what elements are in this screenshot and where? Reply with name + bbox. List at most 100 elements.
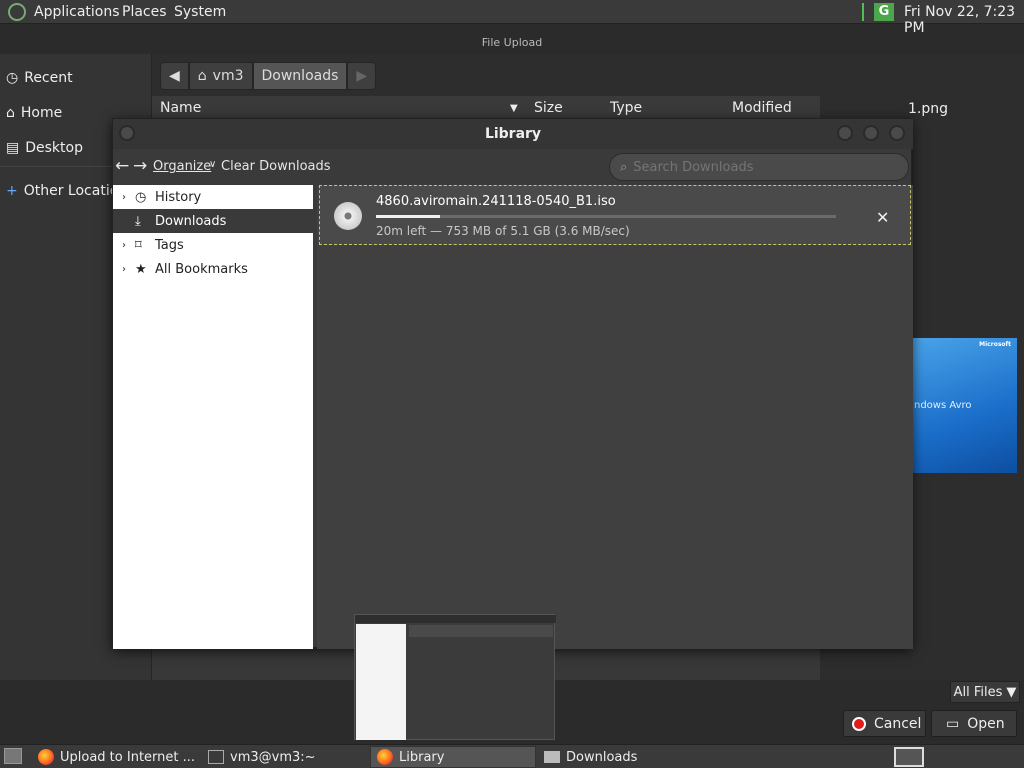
task-label: Library (399, 749, 445, 765)
task-label: vm3@vm3:~ (230, 749, 316, 765)
cancel-icon (852, 716, 866, 731)
close-icon[interactable] (889, 125, 905, 141)
library-window: Library ← → Organize ∨ Clear Downloads ⌕… (112, 118, 913, 649)
chevron-down-icon: ∨ (209, 159, 217, 170)
sidebar-item-recent[interactable]: ◷ Recent (6, 68, 73, 88)
download-filename: 4860.aviromain.241118-0540_B1.iso (376, 194, 616, 209)
show-desktop-icon[interactable] (4, 748, 22, 764)
library-title: Library (113, 119, 913, 149)
path-forward-button[interactable]: ▶ (347, 62, 377, 90)
chevron-right-icon: › (122, 239, 126, 251)
divider (862, 3, 864, 21)
clock-icon: ◷ (6, 70, 19, 86)
tree-label: History (155, 189, 202, 205)
menu-places[interactable]: Places (122, 4, 167, 20)
task-upload[interactable]: Upload to Internet ... (32, 746, 200, 768)
chevron-left-icon: ◀ (169, 68, 180, 84)
window-preview[interactable] (354, 614, 556, 740)
file-name-label: 1.png (908, 101, 949, 117)
star-icon: ★ (135, 261, 147, 277)
task-terminal[interactable]: vm3@vm3:~ (202, 746, 366, 768)
download-icon: ⤓ (135, 213, 141, 229)
back-arrow-icon[interactable]: ← (115, 156, 129, 176)
path-bar: ◀ ⌂ vm3 Downloads ▶ (160, 62, 377, 90)
task-label: Downloads (566, 749, 638, 765)
task-label: Upload to Internet ... (60, 749, 196, 765)
folder-icon: ▭ (946, 715, 960, 732)
window-menu-icon[interactable] (119, 125, 135, 141)
chevron-down-icon: ▼ (1006, 684, 1017, 700)
image-preview: Microsoft ndows Avro (912, 338, 1017, 473)
preview-brand: Microsoft (979, 341, 1011, 348)
column-header: Name ▼ Size Type Modified (152, 96, 820, 120)
plus-icon: + (6, 183, 18, 199)
column-modified[interactable]: Modified (732, 100, 792, 116)
disc-icon (334, 202, 362, 230)
chevron-right-icon: › (122, 263, 126, 275)
chevron-right-icon: ▶ (356, 68, 368, 84)
clock[interactable]: Fri Nov 22, 7:23 PM (904, 4, 1024, 36)
sidebar-item-home[interactable]: ⌂ Home (6, 103, 62, 123)
file-upload-title: File Upload (481, 36, 543, 49)
tree-label: Downloads (155, 213, 227, 229)
terminal-icon (208, 750, 224, 764)
cancel-label: Cancel (874, 715, 922, 732)
column-type[interactable]: Type (610, 100, 642, 116)
cancel-download-icon[interactable]: ✕ (876, 208, 889, 227)
path-item-vm3[interactable]: ⌂ vm3 (188, 62, 253, 90)
tag-icon: ⌑ (135, 237, 142, 253)
download-progress-bar (376, 215, 836, 218)
task-library[interactable]: Library (370, 746, 536, 768)
preview-sidebar (356, 624, 406, 740)
tree-label: All Bookmarks (155, 261, 248, 277)
clear-downloads-button[interactable]: Clear Downloads (221, 159, 331, 174)
clock-icon: ◷ (135, 189, 147, 205)
maximize-icon[interactable] (863, 125, 879, 141)
minimize-icon[interactable] (837, 125, 853, 141)
preview-product: ndows Avro (914, 400, 972, 411)
workspace-switcher[interactable] (894, 747, 924, 767)
folder-icon (544, 751, 560, 763)
organize-menu[interactable]: Organize (153, 159, 211, 174)
column-name[interactable]: Name (160, 100, 201, 116)
downloads-list: 4860.aviromain.241118-0540_B1.iso 20m le… (317, 185, 913, 649)
preview-titlebar (355, 615, 556, 623)
tree-item-downloads[interactable]: ⤓ Downloads (113, 209, 313, 233)
tree-item-history[interactable]: › ◷ History (113, 185, 313, 209)
library-tree: › ◷ History ⤓ Downloads › ⌑ Tags › ★ All Bookma… (113, 185, 313, 649)
search-icon: ⌕ (620, 159, 628, 175)
download-status: 20m left — 753 MB of 5.1 GB (3.6 MB/sec) (376, 224, 630, 238)
home-icon: ⌂ (6, 105, 15, 121)
path-item-downloads[interactable]: Downloads (252, 62, 348, 90)
open-label: Open (967, 715, 1005, 732)
taskbar: Upload to Internet ... vm3@vm3:~ Library… (0, 744, 1024, 768)
open-button[interactable]: ▭ Open (931, 710, 1017, 737)
firefox-icon (38, 749, 54, 765)
chevron-right-icon: › (122, 191, 126, 203)
tree-label: Tags (155, 237, 184, 253)
tree-item-all-bookmarks[interactable]: › ★ All Bookmarks (113, 257, 313, 281)
column-size[interactable]: Size (534, 100, 563, 116)
download-item[interactable]: 4860.aviromain.241118-0540_B1.iso 20m le… (319, 185, 911, 245)
top-panel: Applications Places System G Fri Nov 22,… (0, 0, 1024, 36)
folder-icon: ▤ (6, 140, 20, 156)
sort-down-icon: ▼ (510, 102, 518, 114)
file-filter-dropdown[interactable]: All Files ▼ (950, 681, 1020, 703)
applications-logo-icon (8, 3, 26, 21)
firefox-icon (377, 749, 393, 765)
forward-arrow-icon[interactable]: → (133, 156, 147, 176)
home-icon: ⌂ (197, 68, 207, 84)
sidebar-item-label: Recent (24, 70, 73, 86)
path-back-button[interactable]: ◀ (160, 62, 189, 90)
preview-item (409, 625, 553, 637)
task-downloads[interactable]: Downloads (538, 746, 708, 768)
path-label: Downloads (261, 68, 339, 84)
menu-system[interactable]: System (174, 4, 226, 20)
menu-applications[interactable]: Applications (34, 4, 120, 20)
update-icon[interactable]: G (874, 3, 894, 21)
tree-item-tags[interactable]: › ⌑ Tags (113, 233, 313, 257)
cancel-button[interactable]: Cancel (843, 710, 926, 737)
search-box[interactable]: ⌕ (609, 153, 909, 181)
search-input[interactable] (633, 159, 884, 175)
sidebar-item-desktop[interactable]: ▤ Desktop (6, 138, 83, 158)
